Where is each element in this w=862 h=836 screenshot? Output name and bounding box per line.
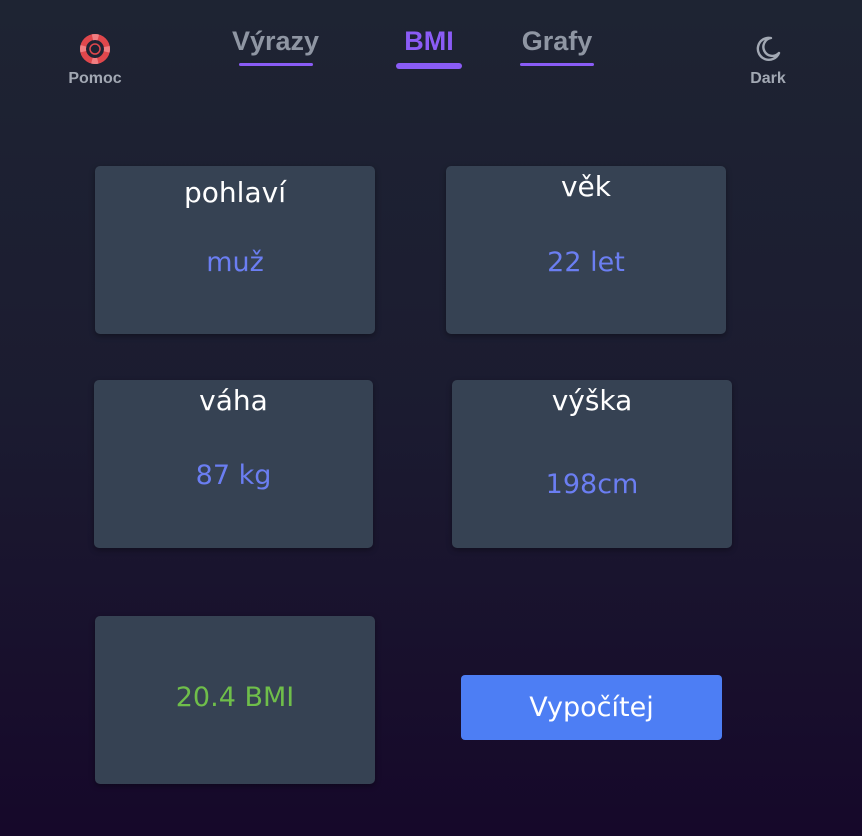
moon-icon — [756, 36, 781, 61]
gender-card[interactable]: pohlaví muž — [95, 166, 375, 334]
tab-bmi[interactable]: BMI — [396, 24, 462, 69]
weight-card[interactable]: váha 87 kg — [94, 380, 373, 548]
tab-vyrazy[interactable]: Výrazy — [232, 24, 319, 66]
tab-underline — [520, 63, 594, 66]
gender-label: pohlaví — [184, 176, 286, 209]
tab-label: Grafy — [521, 26, 593, 56]
height-label: výška — [551, 384, 633, 417]
tab-grafy[interactable]: Grafy — [520, 24, 594, 66]
calculate-button[interactable]: Vypočítej — [461, 675, 722, 740]
age-label: věk — [560, 170, 611, 203]
age-card[interactable]: věk 22 let — [446, 166, 726, 334]
height-value: 198cm — [545, 469, 639, 500]
tab-underline — [396, 63, 462, 69]
help-button[interactable]: Pomoc — [60, 34, 130, 88]
tab-label: BMI — [404, 26, 454, 56]
bmi-result: 20.4 BMI — [175, 682, 295, 713]
height-card[interactable]: výška 198cm — [452, 380, 732, 548]
help-label: Pomoc — [68, 70, 122, 87]
gender-value: muž — [206, 247, 264, 278]
dark-mode-label: Dark — [750, 70, 786, 87]
dark-mode-toggle[interactable]: Dark — [738, 34, 798, 88]
result-card: 20.4 BMI — [95, 616, 375, 784]
weight-label: váha — [199, 384, 268, 417]
lifebuoy-icon — [80, 34, 110, 64]
age-value: 22 let — [547, 247, 625, 278]
tab-underline — [238, 63, 313, 66]
tab-label: Výrazy — [232, 26, 320, 56]
weight-value: 87 kg — [195, 460, 272, 491]
